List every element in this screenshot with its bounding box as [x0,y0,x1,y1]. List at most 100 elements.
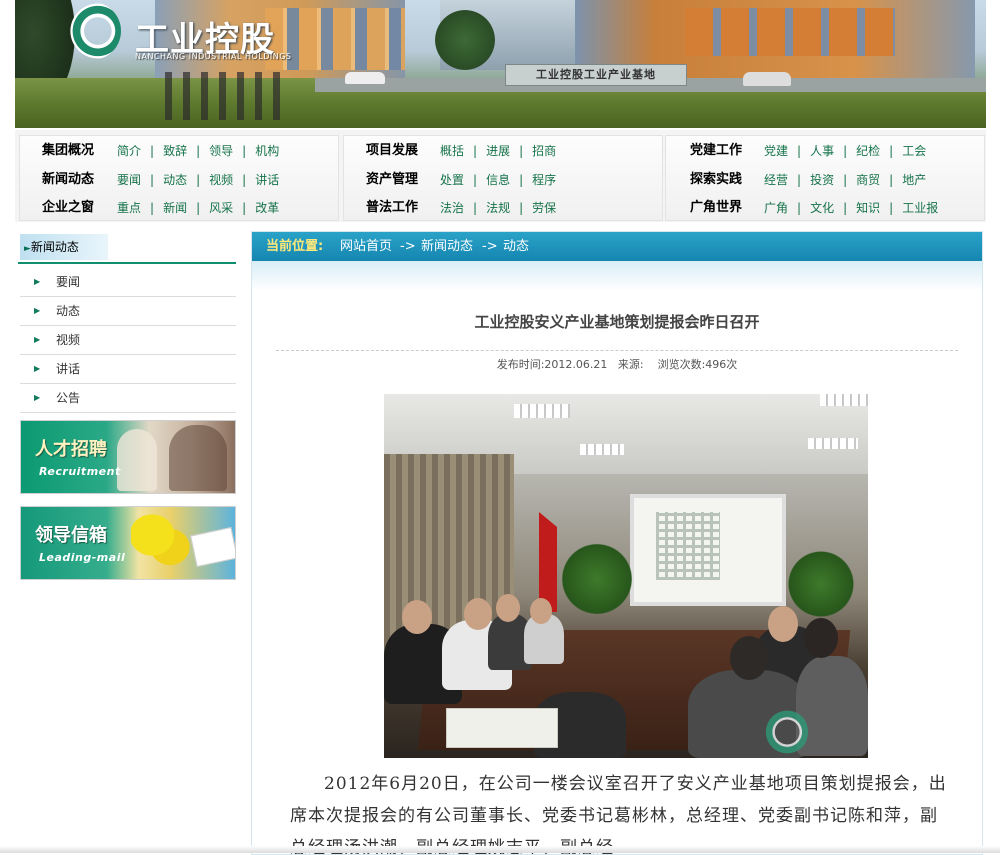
article-photo [384,394,868,758]
nav-link[interactable]: 党建 [764,144,788,158]
nav-title[interactable]: 普法工作 [366,195,418,221]
breadcrumb-label: 当前位置: [266,239,324,254]
nav-link[interactable]: 致辞 [163,144,187,158]
title-divider [276,350,958,351]
nav-separator: | [196,144,201,158]
nav-title[interactable]: 集团概况 [42,138,94,164]
nav-title[interactable]: 资产管理 [366,167,418,193]
recruitment-subtitle: Recruitment [39,465,121,478]
nav-link[interactable]: 动态 [163,173,187,187]
nav-link[interactable]: 要闻 [117,173,141,187]
promo-person-image [169,425,227,491]
nav-title[interactable]: 广角世界 [690,195,742,221]
nav-title[interactable]: 探索实践 [690,167,742,193]
nav-link[interactable]: 视频 [209,173,233,187]
nav-separator: | [473,173,478,187]
nav-link[interactable]: 信息 [486,173,510,187]
nav-separator: | [519,144,524,158]
promo-person-image [117,429,157,491]
nav-link[interactable]: 纪检 [856,144,880,158]
banner-car [345,72,385,84]
nav-separator: | [242,144,247,158]
nav-link[interactable]: 程序 [532,173,556,187]
nav-separator: | [473,201,478,215]
breadcrumb-current: 动态 [503,239,530,254]
sidebar-item-jianghua[interactable]: ▶ 讲话 [20,355,236,384]
nav-link[interactable]: 知识 [856,201,880,215]
nav-separator: | [473,144,478,158]
main-content: 当前位置: 网站首页 -> 新闻动态 -> 动态 工业控股安义产业基地策划提报会… [251,231,983,855]
nav-separator: | [519,201,524,215]
nav-link[interactable]: 法规 [486,201,510,215]
nav-link[interactable]: 文化 [810,201,834,215]
nav-link[interactable]: 人事 [810,144,834,158]
sidebar-item-shipin[interactable]: ▶ 视频 [20,326,236,355]
sidebar-item-dongtai[interactable]: ▶ 动态 [20,297,236,326]
sidebar-item-gonggao[interactable]: ▶ 公告 [20,384,236,413]
sidebar-item-label[interactable]: 公告 [56,384,80,412]
butterfly-icon [131,511,191,571]
nav-links: 党建 | 人事 | 纪检 | 工会 [764,138,926,164]
nav-group-1: 集团概况 简介 | 致辞 | 领导 | 机构 新闻动态 要闻 | 动态 | 视频 | 讲话 企业之窗 重… [19,135,339,221]
sidebar-item-label[interactable]: 讲话 [56,355,80,383]
nav-link[interactable]: 招商 [532,144,556,158]
nav-link[interactable]: 劳保 [532,201,556,215]
nav-links: 广角 | 文化 | 知识 | 工业报 [764,195,938,221]
breadcrumb-news[interactable]: 新闻动态 [421,232,473,261]
sidebar-item-label[interactable]: 要闻 [56,268,80,296]
nav-link[interactable]: 法治 [440,201,464,215]
sidebar-item-label[interactable]: 视频 [56,326,80,354]
nav-link[interactable]: 地产 [902,173,926,187]
bullet-triangle-icon: ▶ [34,364,41,373]
recruitment-banner[interactable]: 人才招聘 Recruitment [20,420,236,494]
main-nav: 集团概况 简介 | 致辞 | 领导 | 机构 新闻动态 要闻 | 动态 | 视频 | 讲话 企业之窗 重… [15,130,986,222]
nav-links: 处置 | 信息 | 程序 [440,167,556,193]
breadcrumb-separator: -> [400,239,416,254]
nav-group-2: 项目发展 概括 | 进展 | 招商 资产管理 处置 | 信息 | 程序 普法工作 法治 | 法规 | 劳… [343,135,663,221]
nav-link[interactable]: 概括 [440,144,464,158]
mailbox-subtitle: Leading-mail [39,551,126,564]
nav-link[interactable]: 商贸 [856,173,880,187]
nav-link[interactable]: 领导 [209,144,233,158]
bullet-triangle-icon: ▶ [34,393,41,402]
nav-group-3: 党建工作 党建 | 人事 | 纪检 | 工会 探索实践 经营 | 投资 | 商贸 | 地产 广角世界 广… [665,135,985,221]
envelope-icon [190,526,235,568]
nav-link[interactable]: 工会 [902,144,926,158]
leader-mailbox-banner[interactable]: 领导信箱 Leading-mail [20,506,236,580]
nav-separator: | [889,201,894,215]
nav-title[interactable]: 党建工作 [690,138,742,164]
nav-separator: | [196,173,201,187]
sidebar-item-label[interactable]: 动态 [56,297,80,325]
nav-separator: | [843,201,848,215]
nav-title[interactable]: 项目发展 [366,138,418,164]
nav-separator: | [843,173,848,187]
nav-separator: | [519,173,524,187]
nav-link[interactable]: 工业报 [902,201,938,215]
arrow-right-icon: ► [24,244,31,254]
logo-subtitle: NANCHANG INDUSTRIAL HOLDINGS [135,52,292,61]
nav-link[interactable]: 进展 [486,144,510,158]
nav-title[interactable]: 企业之窗 [42,195,94,221]
sidebar: ►新闻动态 ▶ 要闻 ▶ 动态 ▶ 视频 ▶ 讲话 ▶ 公告 人才招聘 Recr… [18,231,238,853]
nav-link[interactable]: 重点 [117,201,141,215]
nav-link[interactable]: 风采 [209,201,233,215]
nav-separator: | [889,173,894,187]
sidebar-item-yaowen[interactable]: ▶ 要闻 [20,268,236,297]
nav-separator: | [196,201,201,215]
nav-title[interactable]: 新闻动态 [42,167,94,193]
nav-link[interactable]: 机构 [255,144,279,158]
nav-link[interactable]: 投资 [810,173,834,187]
nav-link[interactable]: 简介 [117,144,141,158]
nav-link[interactable]: 处置 [440,173,464,187]
nav-separator: | [797,173,802,187]
nav-separator: | [797,144,802,158]
nav-link[interactable]: 经营 [764,173,788,187]
nav-links: 经营 | 投资 | 商贸 | 地产 [764,167,926,193]
nav-link[interactable]: 广角 [764,201,788,215]
nav-link[interactable]: 讲话 [255,173,279,187]
header-banner: 工业控股工业产业基地 工业控股 NANCHANG INDUSTRIAL HOLD… [15,0,986,128]
nav-link[interactable]: 改革 [255,201,279,215]
logo-icon[interactable] [63,2,121,60]
nav-link[interactable]: 新闻 [163,201,187,215]
breadcrumb-home[interactable]: 网站首页 [340,232,392,261]
